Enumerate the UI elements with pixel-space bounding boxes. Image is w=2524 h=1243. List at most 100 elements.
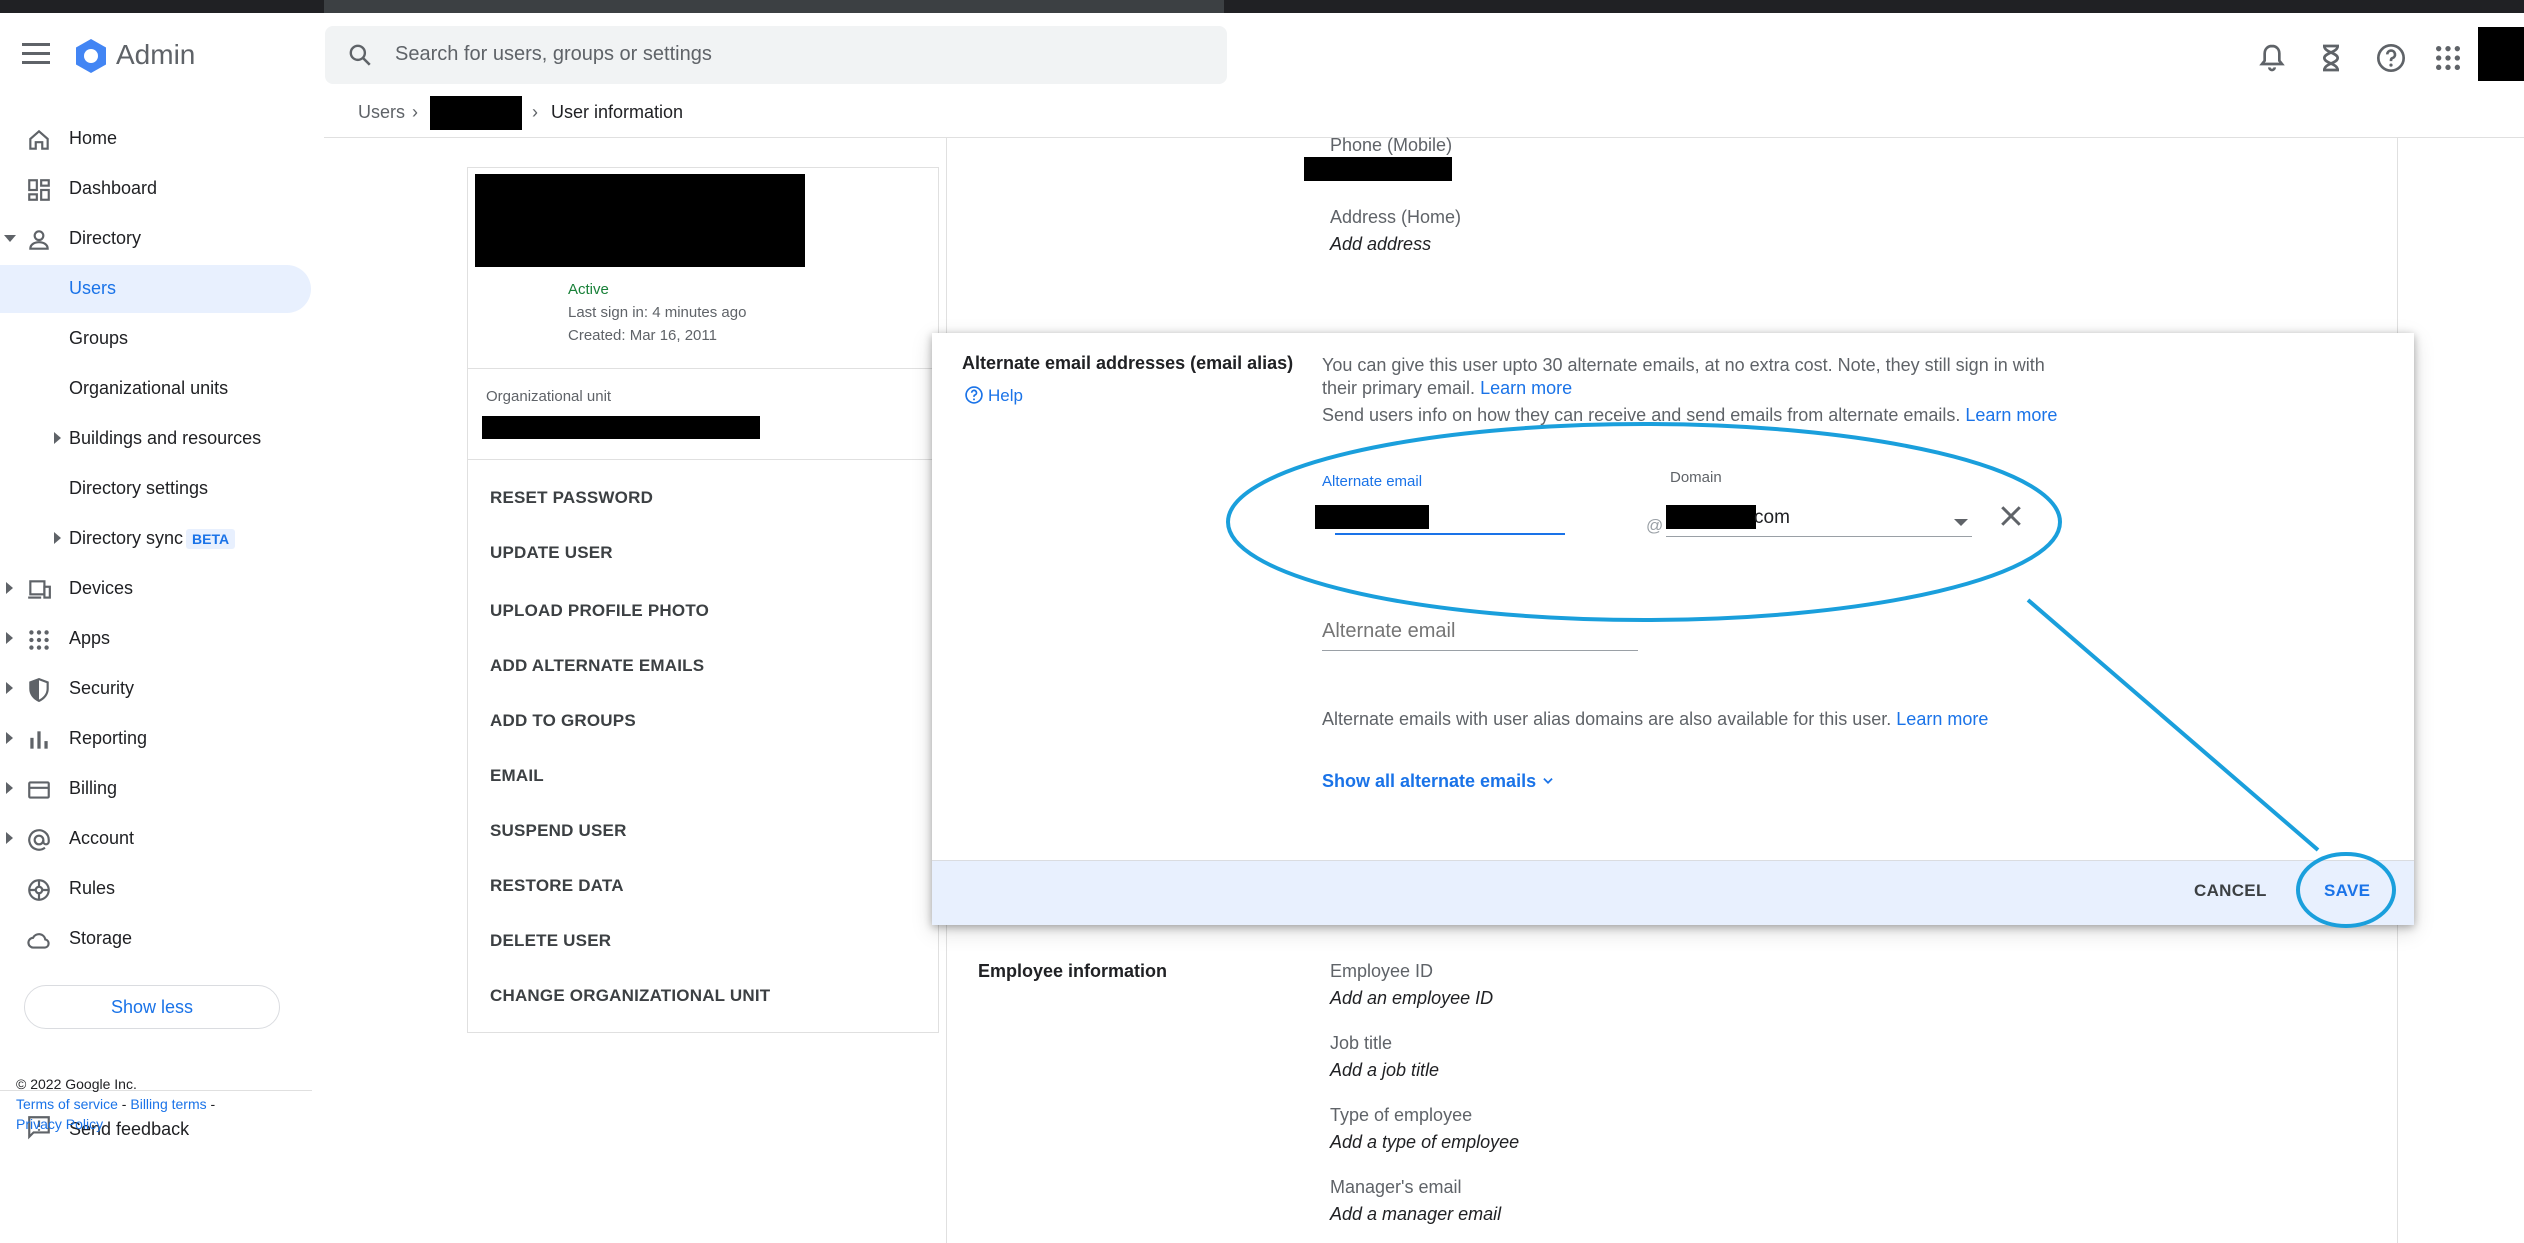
update-user-button[interactable]: UPDATE USER	[490, 543, 613, 563]
sidebar-item-security[interactable]: Security	[0, 665, 312, 713]
person-icon	[29, 230, 49, 250]
bar-chart-icon	[30, 731, 48, 749]
sidebar-item-reporting[interactable]: Reporting	[0, 715, 312, 763]
upload-profile-photo-button[interactable]: UPLOAD PROFILE PHOTO	[490, 601, 709, 621]
apps-launcher-icon[interactable]	[2432, 42, 2464, 74]
delete-user-button[interactable]: DELETE USER	[490, 931, 611, 951]
add-alternate-emails-button[interactable]: ADD ALTERNATE EMAILS	[490, 656, 704, 676]
dashboard-icon	[28, 179, 50, 201]
footer-separator: -	[206, 1096, 216, 1112]
last-sign-in: Last sign in: 4 minutes ago	[568, 304, 747, 321]
sidebar-item-buildings-and-resources[interactable]: Buildings and resources	[0, 415, 312, 463]
breadcrumb-user-redacted[interactable]	[430, 96, 522, 130]
sidebar-item-label: Account	[69, 828, 135, 848]
footer-separator: -	[117, 1096, 131, 1112]
dialog-title: Alternate email addresses (email alias)	[962, 353, 1294, 373]
change-org-unit-button[interactable]: CHANGE ORGANIZATIONAL UNIT	[490, 986, 770, 1006]
help-link[interactable]: Help	[964, 385, 1023, 406]
help-icon[interactable]	[2375, 42, 2407, 74]
top-bar: Admin Search for users, groups or settin…	[0, 13, 2524, 109]
browser-tab[interactable]	[324, 0, 1224, 13]
sidebar-item-rules[interactable]: Rules	[0, 865, 312, 913]
breadcrumb-users-link[interactable]: Users	[358, 102, 405, 123]
expand-caret-icon	[6, 782, 13, 794]
manager-email-value[interactable]: Add a manager email	[1330, 1204, 1501, 1225]
add-address-link[interactable]: Add address	[1330, 234, 1431, 255]
dialog-description-line3: Send users info on how they can receive …	[1322, 405, 1961, 425]
rules-icon	[28, 879, 50, 901]
created-date: Created: Mar 16, 2011	[568, 327, 717, 344]
sidebar-item-label: Reporting	[69, 728, 148, 748]
sidebar-item-groups[interactable]: Groups	[0, 315, 312, 363]
job-title-value[interactable]: Add a job title	[1330, 1060, 1439, 1081]
help-label: Help	[988, 386, 1023, 405]
at-sign-icon	[28, 829, 50, 851]
card-divider	[468, 368, 938, 369]
notifications-bell-icon[interactable]	[2256, 42, 2288, 74]
sidebar-item-label: Billing	[69, 778, 118, 798]
sidebar-item-account[interactable]: Account	[0, 815, 312, 863]
breadcrumb-separator-2: ›	[532, 102, 538, 122]
address-label: Address (Home)	[1330, 207, 1462, 227]
copyright-text: © 2022 Google Inc.	[16, 1076, 137, 1092]
sidebar-item-organizational-units[interactable]: Organizational units	[0, 365, 312, 413]
show-all-alternate-emails-button[interactable]: Show all alternate emails	[1322, 771, 1555, 792]
sidebar-item-dashboard[interactable]: Dashboard	[0, 165, 312, 213]
domain-value-redacted	[1666, 505, 1756, 529]
alternate-email-value-redacted	[1315, 505, 1429, 529]
domain-select[interactable]: com	[1666, 503, 1972, 537]
employee-type-value[interactable]: Add a type of employee	[1330, 1132, 1519, 1153]
org-unit-label: Organizational unit	[486, 388, 612, 405]
show-less-button[interactable]: Show less	[24, 985, 280, 1029]
employee-id-value[interactable]: Add an employee ID	[1330, 988, 1493, 1009]
sidebar-item-billing[interactable]: Billing	[0, 765, 312, 813]
main-menu-icon[interactable]	[22, 43, 50, 67]
sidebar-item-apps[interactable]: Apps	[0, 615, 312, 663]
reset-password-button[interactable]: RESET PASSWORD	[490, 488, 653, 508]
sidebar-item-users[interactable]: Users	[0, 265, 311, 313]
breadcrumb-separator: ›	[412, 102, 418, 122]
user-status-block: Active Last sign in: 4 minutes ago Creat…	[568, 278, 746, 347]
sidebar-item-storage[interactable]: Storage	[0, 915, 312, 963]
shield-icon	[29, 678, 49, 703]
user-summary-card: Active Last sign in: 4 minutes ago Creat…	[467, 167, 939, 1033]
sidebar-item-label: Security	[69, 678, 135, 698]
sidebar-item-label: Devices	[69, 578, 134, 598]
dialog-description-line2-row: their primary email. Learn more	[1322, 376, 1572, 400]
cancel-button[interactable]: CANCEL	[2194, 881, 2267, 901]
app-title[interactable]: Admin	[116, 39, 195, 71]
learn-more-link[interactable]: Learn more	[1480, 378, 1572, 398]
chevron-down-icon	[1543, 778, 1553, 784]
search-input[interactable]: Search for users, groups or settings	[395, 43, 712, 66]
sidebar-item-directory-sync[interactable]: Directory sync BETA	[0, 515, 312, 563]
home-icon	[29, 129, 49, 150]
billing-terms-link[interactable]: Billing terms	[130, 1096, 206, 1112]
manager-email-label: Manager's email	[1330, 1177, 1462, 1197]
sidebar-item-devices[interactable]: Devices	[0, 565, 312, 613]
sidebar-item-directory-settings[interactable]: Directory settings	[0, 465, 312, 513]
sidebar-item-label: Buildings and resources	[69, 428, 262, 448]
learn-more-link-3[interactable]: Learn more	[1896, 709, 1988, 729]
employee-id-label: Employee ID	[1330, 961, 1434, 981]
sidebar-item-directory[interactable]: Directory	[0, 215, 312, 263]
terms-of-service-link[interactable]: Terms of service	[16, 1096, 118, 1112]
alternate-email-dialog: Alternate email addresses (email alias) …	[932, 333, 2414, 925]
employee-type-label: Type of employee	[1330, 1105, 1473, 1125]
learn-more-link-2[interactable]: Learn more	[1965, 405, 2057, 425]
privacy-policy-link[interactable]: Privacy Policy	[16, 1116, 103, 1132]
save-button[interactable]: SAVE	[2324, 881, 2370, 901]
job-title-label: Job title	[1330, 1033, 1393, 1053]
new-alternate-email-input[interactable]	[1322, 613, 1638, 651]
expand-caret-icon	[4, 235, 16, 242]
restore-data-button[interactable]: RESTORE DATA	[490, 876, 624, 896]
sidebar-item-label: Apps	[69, 628, 111, 648]
email-button[interactable]: EMAIL	[490, 766, 544, 786]
suspend-user-button[interactable]: SUSPEND USER	[490, 821, 627, 841]
add-to-groups-button[interactable]: ADD TO GROUPS	[490, 711, 636, 731]
search-bar[interactable]: Search for users, groups or settings	[325, 26, 1227, 84]
expand-caret-icon	[54, 532, 61, 544]
hourglass-tasks-icon[interactable]	[2315, 42, 2347, 74]
close-icon[interactable]	[1996, 501, 2026, 531]
account-avatar-redacted[interactable]	[2478, 27, 2524, 81]
sidebar-item-home[interactable]: Home	[0, 115, 312, 163]
